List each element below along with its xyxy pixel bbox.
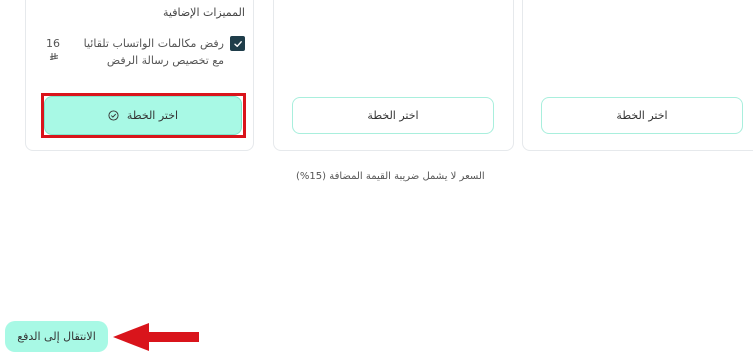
choose-plan-button[interactable]: اختر الخطة (292, 97, 494, 134)
red-arrow-icon (113, 323, 199, 351)
choose-plan-button[interactable]: اختر الخطة (541, 97, 743, 134)
check-icon (233, 40, 242, 47)
riyal-icon (49, 52, 59, 65)
choose-plan-label: اختر الخطة (367, 109, 419, 122)
proceed-label: الانتقال إلى الدفع (17, 330, 96, 343)
proceed-to-payment-button[interactable]: الانتقال إلى الدفع (5, 321, 108, 352)
feature-checkbox[interactable] (230, 36, 245, 51)
feature-label: رفض مكالمات الواتساب تلقائيا مع تخصيص رس… (83, 37, 224, 67)
additional-features-title: المميزات الإضافية (163, 6, 245, 19)
highlight-annotation (41, 93, 246, 138)
feature-price: 16 (46, 37, 60, 50)
choose-plan-label: اختر الخطة (616, 109, 668, 122)
vat-note: السعر لا يشمل ضريبة القيمة المضافة (15%) (296, 171, 485, 182)
